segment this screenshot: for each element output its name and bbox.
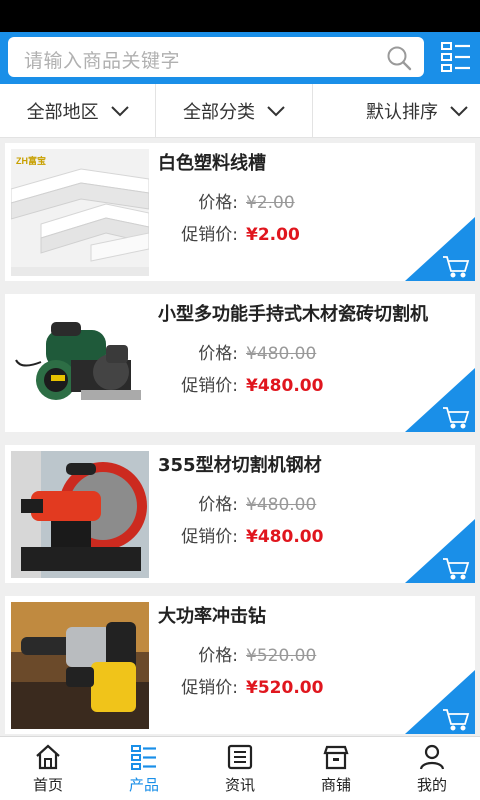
add-to-cart-button[interactable] — [405, 670, 475, 734]
bottom-tab-bar: 首页 产品 资讯 商铺 我的 — [0, 736, 480, 800]
sale-price: ¥2.00 — [246, 225, 300, 245]
filter-region-label: 全部地区 — [26, 101, 99, 123]
original-price: ¥2.00 — [246, 193, 295, 213]
tab-shop[interactable]: 商铺 — [288, 737, 384, 800]
filter-sort[interactable]: 默认排序 — [313, 84, 480, 137]
price-label: 价格: — [198, 193, 238, 213]
filter-region[interactable]: 全部地区 — [0, 84, 157, 137]
tab-news-label: 资讯 — [224, 776, 255, 794]
shop-icon — [323, 745, 349, 770]
tab-home-label: 首页 — [32, 776, 63, 794]
filter-category[interactable]: 全部分类 — [156, 84, 313, 137]
product-title[interactable]: 大功率冲击钻 — [158, 602, 266, 628]
sale-row: 促销价: ¥2.00 — [158, 220, 300, 245]
filter-sort-label: 默认排序 — [365, 101, 438, 123]
tab-home[interactable]: 首页 — [0, 737, 96, 800]
price-row: 价格: ¥480.00 — [158, 339, 316, 364]
sale-row: 促销价: ¥480.00 — [158, 371, 323, 396]
sale-row: 促销价: ¥480.00 — [158, 522, 323, 547]
price-row: 价格: ¥2.00 — [158, 188, 295, 213]
sale-label: 促销价: — [181, 225, 238, 245]
price-label: 价格: — [198, 495, 238, 515]
product-title[interactable]: 355型材切割机钢材 — [158, 451, 322, 477]
tab-products[interactable]: 产品 — [96, 737, 192, 800]
category-menu-icon[interactable] — [440, 40, 472, 74]
product-card[interactable]: 小型多功能手持式木材瓷砖切割机 价格: ¥480.00 促销价: ¥480.00 — [5, 294, 475, 432]
product-image — [11, 602, 149, 729]
sale-row: 促销价: ¥520.00 — [158, 673, 323, 698]
status-bar — [0, 0, 480, 32]
product-card[interactable]: 大功率冲击钻 价格: ¥520.00 促销价: ¥520.00 — [5, 596, 475, 734]
product-image — [11, 451, 149, 578]
price-label: 价格: — [198, 344, 238, 364]
product-card[interactable]: 355型材切割机钢材 价格: ¥480.00 促销价: ¥480.00 — [5, 445, 475, 583]
product-list: ZH富宝 白色塑料线槽 价格: ¥2.00 促销价: ¥2.00 小型多功能手持… — [0, 138, 480, 736]
product-card[interactable]: ZH富宝 白色塑料线槽 价格: ¥2.00 促销价: ¥2.00 — [5, 143, 475, 281]
news-icon — [227, 744, 253, 770]
sale-price: ¥480.00 — [246, 527, 324, 547]
sale-label: 促销价: — [181, 376, 238, 396]
search-input[interactable]: 请输入商品关键字 — [8, 37, 424, 77]
filter-category-label: 全部分类 — [182, 101, 255, 123]
user-icon — [419, 744, 445, 770]
product-title[interactable]: 小型多功能手持式木材瓷砖切割机 — [158, 300, 428, 326]
search-placeholder: 请输入商品关键字 — [24, 50, 181, 72]
chevron-down-icon — [267, 105, 285, 116]
tab-news[interactable]: 资讯 — [192, 737, 288, 800]
search-icon[interactable] — [386, 45, 412, 71]
chevron-down-icon — [110, 105, 129, 116]
original-price: ¥480.00 — [246, 495, 317, 515]
chevron-down-icon — [450, 105, 468, 116]
price-row: 价格: ¥480.00 — [158, 490, 316, 515]
sale-price: ¥480.00 — [246, 376, 324, 396]
tab-me[interactable]: 我的 — [384, 737, 480, 800]
tab-me-label: 我的 — [416, 776, 447, 794]
add-to-cart-button[interactable] — [405, 217, 475, 281]
tab-shop-label: 商铺 — [320, 776, 351, 794]
sale-price: ¥520.00 — [246, 678, 324, 698]
brand-logo: ZH富宝 — [16, 155, 46, 166]
price-label: 价格: — [198, 646, 238, 666]
home-icon — [36, 744, 60, 770]
tab-products-label: 产品 — [128, 776, 159, 794]
product-image — [11, 300, 149, 427]
product-image: ZH富宝 — [11, 149, 149, 276]
sale-label: 促销价: — [181, 527, 238, 547]
sale-label: 促销价: — [181, 678, 238, 698]
product-title[interactable]: 白色塑料线槽 — [158, 149, 266, 175]
add-to-cart-button[interactable] — [405, 368, 475, 432]
original-price: ¥480.00 — [246, 344, 317, 364]
header: 请输入商品关键字 — [0, 32, 480, 84]
add-to-cart-button[interactable] — [405, 519, 475, 583]
price-row: 价格: ¥520.00 — [158, 641, 316, 666]
filter-bar: 全部地区 全部分类 默认排序 — [0, 84, 480, 138]
list-icon — [131, 745, 156, 770]
original-price: ¥520.00 — [246, 646, 317, 666]
